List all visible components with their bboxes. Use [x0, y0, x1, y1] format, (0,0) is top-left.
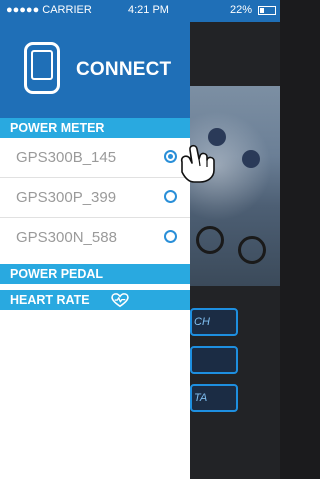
background-button-3[interactable]: TA — [190, 384, 238, 412]
device-label: GPS300N_588 — [16, 229, 117, 246]
section-heart-rate[interactable]: HEART RATE — [0, 290, 190, 310]
clock: 4:21 PM — [128, 4, 169, 16]
side-drawer: CONNECT POWER METER GPS300B_145 GPS300P_… — [0, 22, 215, 479]
cyclists-photo — [190, 86, 280, 286]
section-power-pedal-label: POWER PEDAL — [10, 267, 104, 281]
drawer-header: CONNECT — [0, 22, 190, 118]
device-label: GPS300B_145 — [16, 149, 117, 166]
section-power-pedal[interactable]: POWER PEDAL — [0, 264, 190, 284]
section-power-meter[interactable]: POWER METER — [0, 118, 190, 138]
radio-button[interactable] — [164, 230, 177, 243]
carrier-label: ●●●●● CARRIER — [6, 4, 92, 16]
device-label: GPS300P_399 — [16, 189, 117, 206]
device-icon — [24, 42, 60, 94]
app-brand: CONNECT — [76, 59, 172, 80]
heart-rate-icon — [111, 293, 129, 308]
status-bar: ●●●●● CARRIER 4:21 PM 22% — [0, 0, 280, 22]
radio-button[interactable] — [164, 190, 177, 203]
background-button-2[interactable] — [190, 346, 238, 374]
section-power-meter-label: POWER METER — [10, 121, 105, 135]
section-heart-rate-label: HEART RATE — [10, 293, 90, 307]
battery-icon — [258, 6, 276, 15]
device-item[interactable]: GPS300N_588 — [0, 218, 190, 258]
device-item[interactable]: GPS300B_145 — [0, 138, 215, 183]
battery-percentage: 22% — [229, 4, 252, 16]
background-button-1[interactable]: CH — [190, 308, 238, 336]
device-item[interactable]: GPS300P_399 — [0, 178, 190, 218]
